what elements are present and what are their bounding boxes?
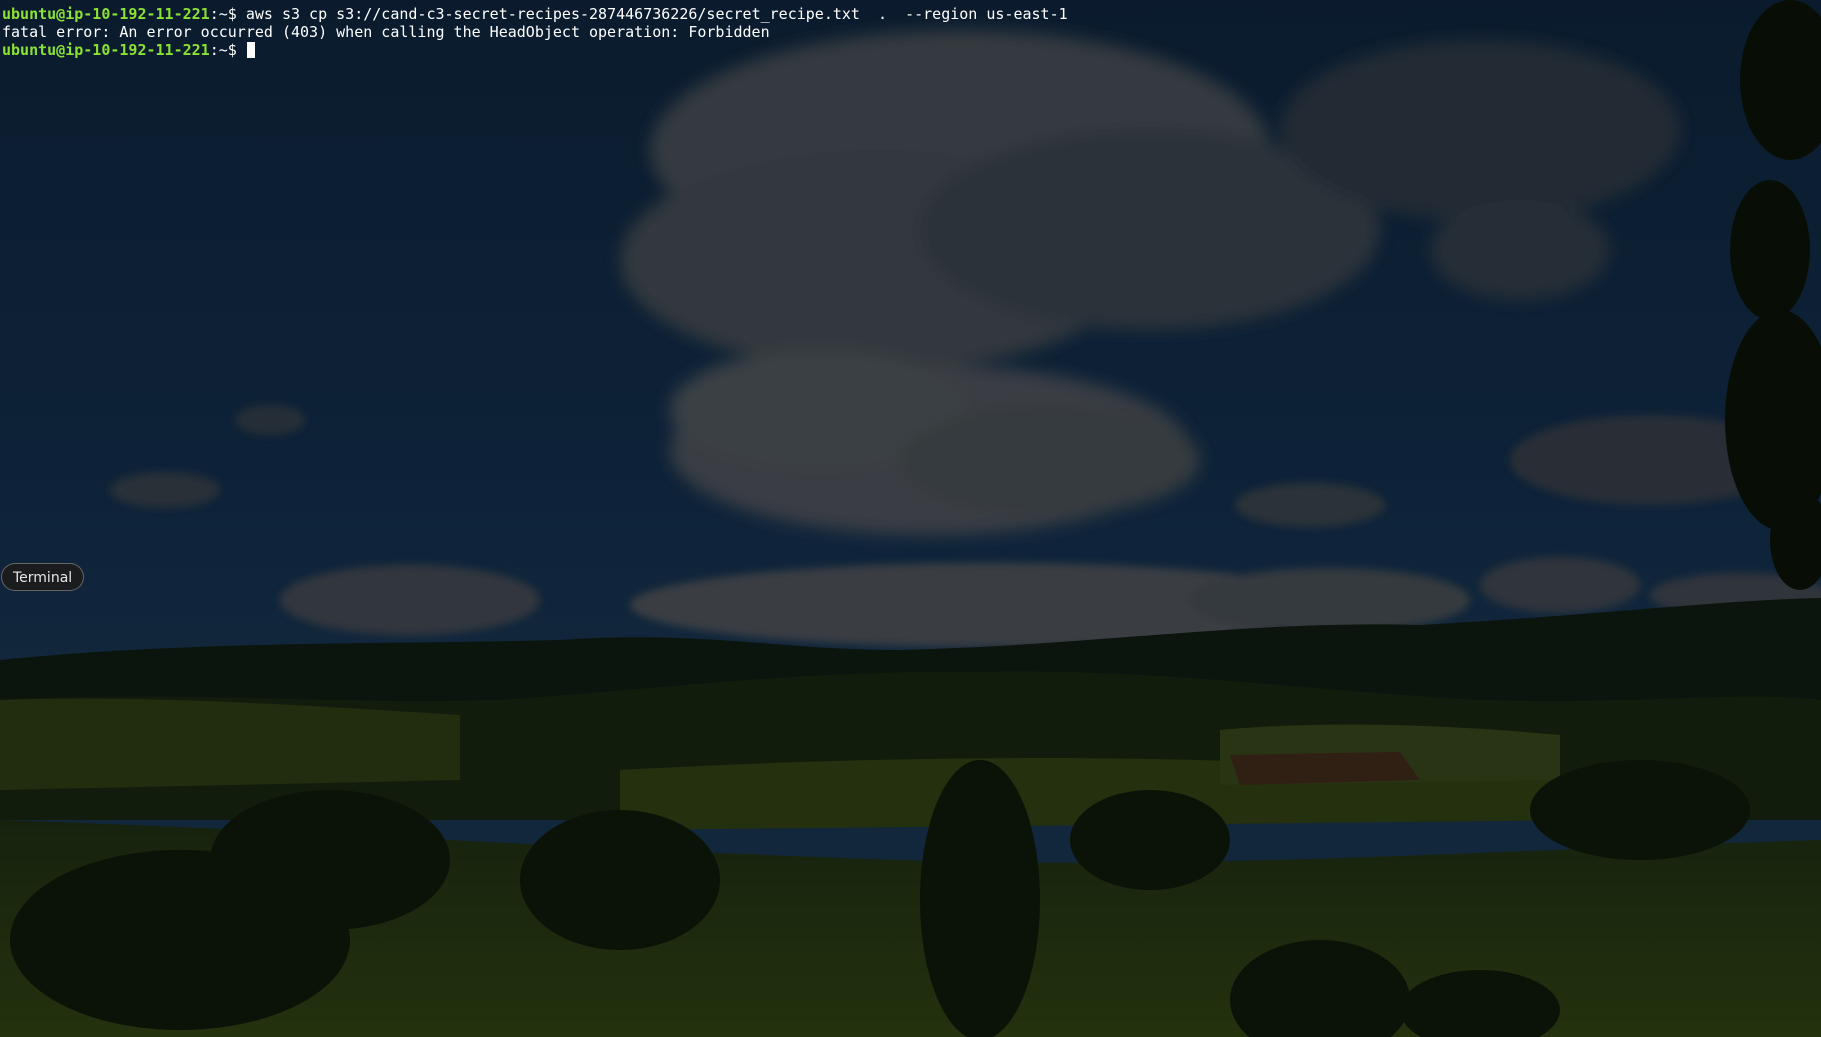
prompt-userhost: ubuntu@ip-10-192-11-221 [2, 41, 210, 59]
prompt-separator: : [209, 41, 219, 59]
terminal-line-prompt: ubuntu@ip-10-192-11-221:~$ [2, 41, 1068, 59]
prompt-path: ~ [218, 41, 228, 59]
prompt-path: ~ [218, 5, 228, 23]
terminal-line-command: ubuntu@ip-10-192-11-221:~$ aws s3 cp s3:… [2, 5, 1068, 23]
terminal-tooltip: Terminal [1, 563, 85, 591]
terminal-line-output: fatal error: An error occurred (403) whe… [2, 23, 1068, 41]
command-text: aws s3 cp s3://cand-c3-secret-recipes-28… [245, 5, 1068, 23]
text-cursor [246, 42, 255, 58]
prompt-separator: : [209, 5, 219, 23]
desktop-screen: ubuntu@ip-10-192-11-221:~$ aws s3 cp s3:… [0, 0, 1821, 1037]
prompt-userhost: ubuntu@ip-10-192-11-221 [2, 5, 210, 23]
error-output-text: fatal error: An error occurred (403) whe… [2, 23, 770, 41]
terminal-window[interactable]: ubuntu@ip-10-192-11-221:~$ aws s3 cp s3:… [0, 0, 1821, 1037]
prompt-symbol: $ [227, 41, 246, 59]
prompt-symbol: $ [227, 5, 246, 23]
terminal-output: ubuntu@ip-10-192-11-221:~$ aws s3 cp s3:… [2, 5, 1068, 59]
